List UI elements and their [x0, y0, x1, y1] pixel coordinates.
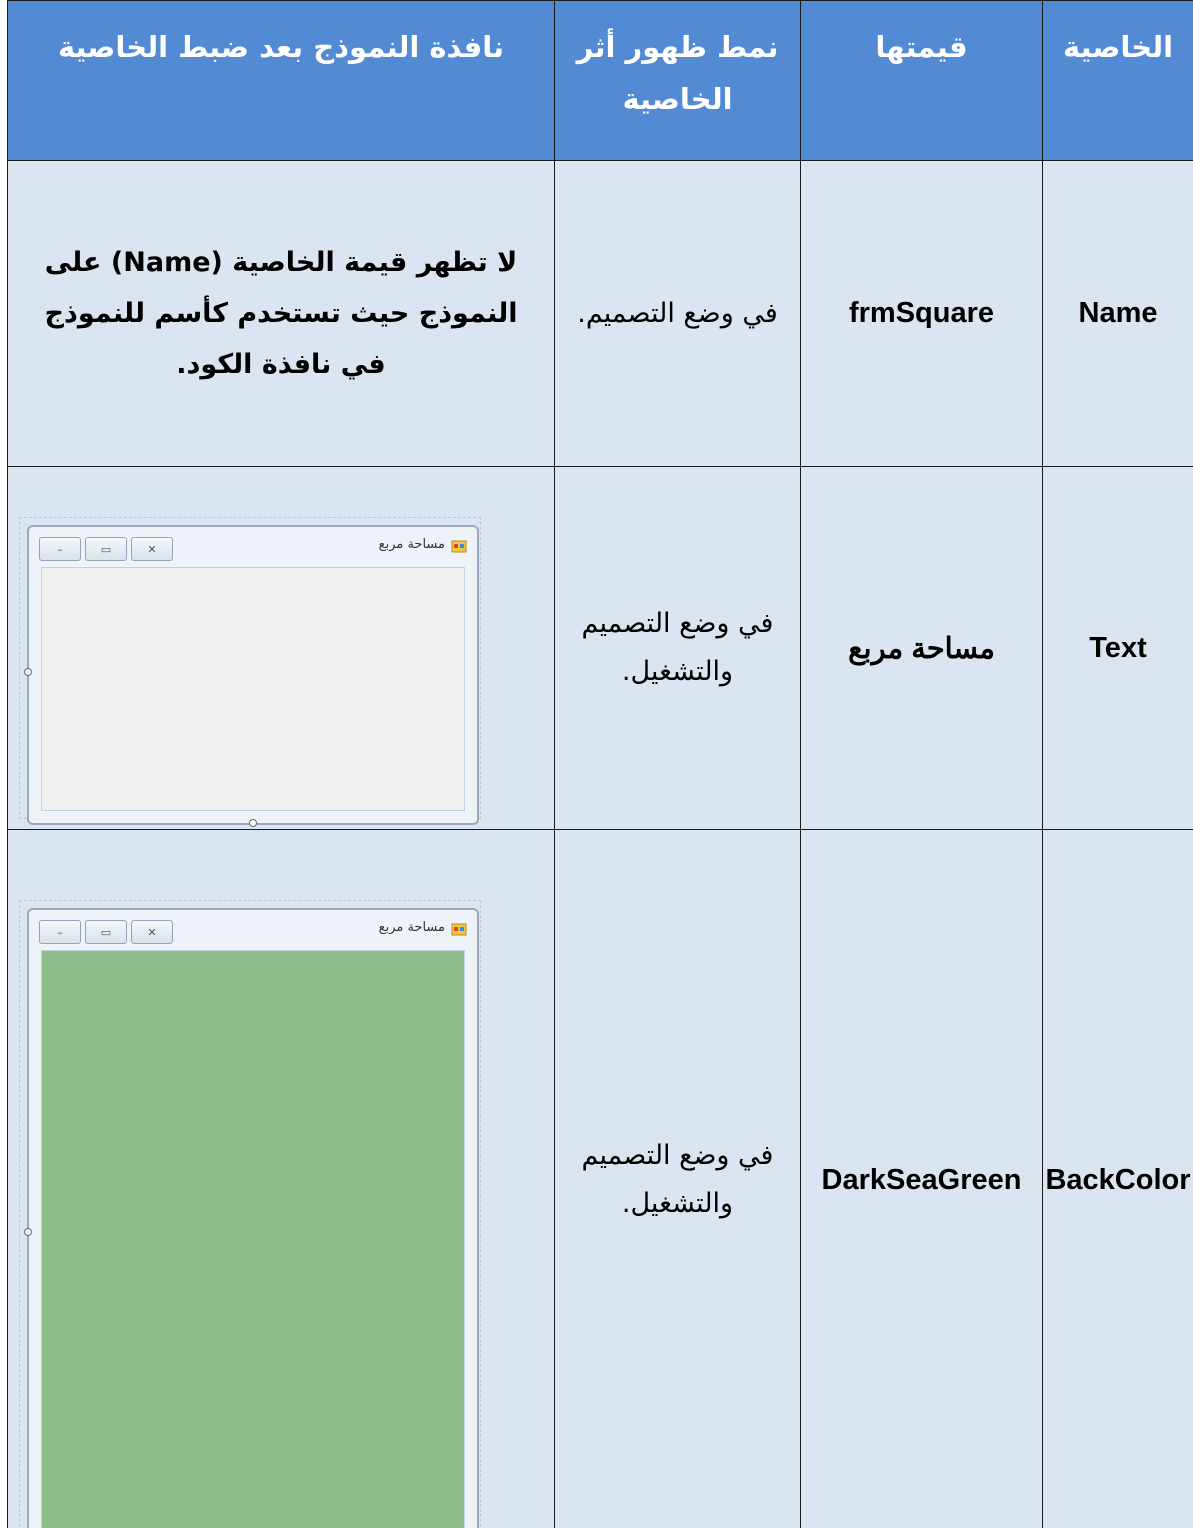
row-value: DarkSeaGreen	[800, 829, 1043, 1528]
form-title-bar: ✕ ▭ – مساحة مربع	[39, 910, 467, 950]
table-header-row: الخاصية قيمتها نمط ظهور أثر الخاصية نافذ…	[7, 0, 1193, 161]
row-property: Name	[1042, 160, 1193, 467]
close-icon[interactable]: ✕	[131, 920, 173, 944]
form-preview-wrap: ✕ ▭ – مساحة مربع	[7, 830, 554, 1528]
table-row: BackColor DarkSeaGreen في وضع التصميم وا…	[7, 829, 1193, 1528]
row-value: مساحة مربع	[800, 466, 1043, 830]
form-client-area	[41, 567, 465, 811]
header-result: نافذة النموذج بعد ضبط الخاصية	[7, 0, 555, 161]
form-title: مساحة مربع	[378, 920, 445, 935]
window-controls: ✕ ▭ –	[39, 920, 173, 944]
row-mode: في وضع التصميم والتشغيل.	[554, 466, 801, 830]
header-mode: نمط ظهور أثر الخاصية	[554, 0, 801, 161]
row-property: Text	[1042, 466, 1193, 830]
minimize-icon[interactable]: –	[39, 537, 81, 561]
form-client-area	[41, 950, 465, 1528]
row-mode: في وضع التصميم والتشغيل.	[554, 829, 801, 1528]
row-property: BackColor	[1042, 829, 1193, 1528]
form-preview-wrap: ✕ ▭ – مساحة مربع	[7, 467, 554, 829]
table-row: Name frmSquare في وضع التصميم. لا تظهر ق…	[7, 160, 1193, 467]
resize-handle[interactable]	[24, 1228, 32, 1236]
form-window: ✕ ▭ – مساحة مربع	[27, 908, 479, 1528]
close-icon[interactable]: ✕	[131, 537, 173, 561]
resize-handle[interactable]	[249, 819, 257, 827]
form-window: ✕ ▭ – مساحة مربع	[27, 525, 479, 825]
row-result: ✕ ▭ – مساحة مربع	[7, 466, 555, 830]
form-title: مساحة مربع	[378, 537, 445, 552]
header-value: قيمتها	[800, 0, 1043, 161]
properties-table: الخاصية قيمتها نمط ظهور أثر الخاصية نافذ…	[7, 0, 1193, 1528]
maximize-icon[interactable]: ▭	[85, 920, 127, 944]
row-value: frmSquare	[800, 160, 1043, 467]
maximize-icon[interactable]: ▭	[85, 537, 127, 561]
header-property: الخاصية	[1042, 0, 1193, 161]
row-result: لا تظهر قيمة الخاصية (Name) على النموذج …	[7, 160, 555, 467]
window-controls: ✕ ▭ –	[39, 537, 173, 561]
row-mode: في وضع التصميم.	[554, 160, 801, 467]
form-title-bar: ✕ ▭ – مساحة مربع	[39, 527, 467, 567]
document: الخاصية قيمتها نمط ظهور أثر الخاصية نافذ…	[7, 0, 1193, 1528]
row-result: ✕ ▭ – مساحة مربع	[7, 829, 555, 1528]
form-app-icon	[451, 923, 467, 936]
minimize-icon[interactable]: –	[39, 920, 81, 944]
resize-handle[interactable]	[24, 668, 32, 676]
table-row: Text مساحة مربع في وضع التصميم والتشغيل.…	[7, 466, 1193, 830]
form-app-icon	[451, 540, 467, 553]
